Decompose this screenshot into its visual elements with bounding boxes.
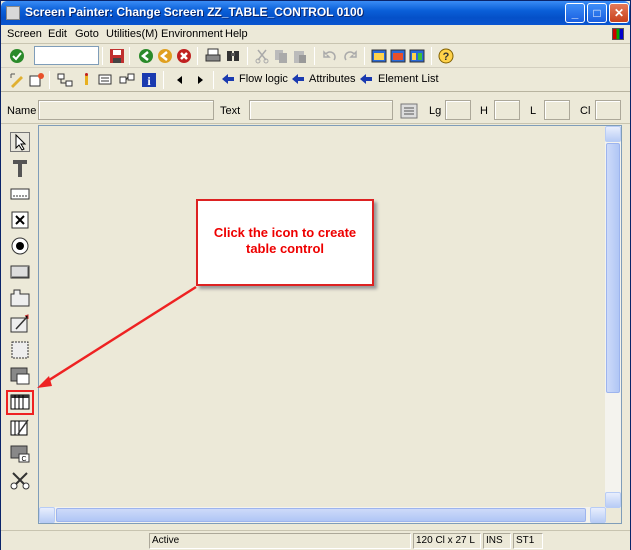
element-list-button[interactable]: Element List (378, 73, 439, 85)
undo-icon[interactable] (322, 48, 338, 64)
menu-edit[interactable]: Edit (48, 28, 67, 40)
previous-screen-icon[interactable] (172, 72, 188, 88)
element-list-arrow-icon (360, 74, 372, 84)
vertical-scrollbar[interactable] (605, 126, 621, 508)
pushbutton-icon[interactable] (10, 262, 30, 282)
name-label: Name (7, 105, 37, 117)
tabstrip-wizard-icon[interactable] (10, 314, 30, 334)
menu-environment[interactable]: Environment (161, 28, 223, 40)
screen-canvas-frame (38, 125, 622, 524)
text-field-icon[interactable] (10, 158, 30, 178)
close-button[interactable]: ✕ (609, 3, 629, 23)
input-output-field-icon[interactable] (10, 184, 30, 204)
cl-label: Cl (580, 105, 591, 117)
status-active: Active (149, 533, 411, 549)
cancel-icon[interactable] (176, 48, 192, 64)
custom-control-icon[interactable]: C (10, 444, 30, 464)
sap-window: Screen Painter: Change Screen ZZ_TABLE_C… (0, 0, 631, 550)
field-attributes-bar: Name Text Lg H L Cl (1, 94, 630, 124)
menu-screen[interactable]: Screen (7, 28, 42, 40)
box-icon[interactable] (10, 340, 30, 360)
subscreen-icon[interactable] (10, 366, 30, 386)
status-icon[interactable] (10, 470, 30, 490)
cut-icon[interactable] (254, 48, 270, 64)
l-label: L (530, 105, 537, 117)
standard-toolbar: ? (1, 44, 630, 68)
text-label: Text (220, 105, 241, 117)
menu-utilities[interactable]: Utilities(M) (106, 28, 158, 40)
status-size: 120 Cl x 27 L (413, 533, 481, 549)
select-pointer-icon[interactable] (10, 132, 30, 152)
status-mode: INS (483, 533, 511, 549)
screen-canvas[interactable] (40, 127, 606, 508)
window-title: Screen Painter: Change Screen ZZ_TABLE_C… (25, 5, 364, 19)
attributes-button[interactable]: Attributes (309, 73, 355, 85)
enter-check-icon[interactable] (9, 48, 25, 64)
cl-field[interactable] (595, 100, 621, 120)
graphical-layout-icon[interactable] (119, 72, 135, 88)
scroll-down-button[interactable] (605, 492, 621, 508)
tabstrip-icon[interactable] (10, 288, 30, 308)
other-screen-icon[interactable] (29, 72, 45, 88)
scroll-right-button[interactable] (590, 507, 606, 523)
h-field[interactable] (494, 100, 520, 120)
find-icon[interactable] (225, 48, 241, 64)
minimize-button[interactable]: _ (565, 3, 585, 23)
flow-logic-button[interactable]: Flow logic (239, 73, 288, 85)
lg-label: Lg (429, 105, 442, 117)
next-screen-icon[interactable] (192, 72, 208, 88)
menu-help[interactable]: Help (225, 28, 248, 40)
hierarchy-icon[interactable] (57, 72, 73, 88)
text-field[interactable] (249, 100, 393, 120)
menu-bar: Screen Edit Goto Utilities(M) Environmen… (1, 25, 630, 44)
maximize-button[interactable]: □ (587, 3, 607, 23)
layout-menu-icon[interactable] (612, 28, 624, 40)
menu-goto[interactable]: Goto (75, 28, 99, 40)
redo-icon[interactable] (342, 48, 358, 64)
app-icon (6, 6, 20, 20)
dictionary-fields-icon[interactable] (98, 72, 114, 88)
shortcut-icon[interactable] (390, 48, 406, 64)
callout-text: Click the icon to create table control (198, 225, 372, 257)
vertical-scroll-thumb[interactable] (606, 143, 620, 393)
radio-button-icon[interactable] (10, 236, 30, 256)
callout-line-2: table control (245, 241, 324, 256)
table-control-wizard-icon[interactable] (10, 418, 30, 438)
copy-icon[interactable] (273, 48, 289, 64)
back-icon[interactable] (138, 48, 154, 64)
print-icon[interactable] (205, 48, 221, 64)
table-control-highlight (6, 390, 34, 415)
info-icon[interactable]: i (141, 72, 157, 88)
title-bar: Screen Painter: Change Screen ZZ_TABLE_C… (1, 1, 630, 25)
new-session-icon[interactable] (371, 48, 387, 64)
display-change-icon[interactable] (9, 72, 25, 88)
lg-field[interactable] (445, 100, 471, 120)
text-icon-button[interactable] (400, 103, 418, 119)
status-system: ST1 (513, 533, 543, 549)
paste-icon[interactable] (292, 48, 308, 64)
status-bar: Active 120 Cl x 27 L INS ST1 (1, 530, 630, 550)
where-used-icon[interactable] (79, 72, 95, 88)
l-field[interactable] (544, 100, 570, 120)
customize-layout-icon[interactable] (409, 48, 425, 64)
flow-logic-arrow-icon (222, 74, 234, 84)
attributes-arrow-icon (292, 74, 304, 84)
scroll-up-button[interactable] (605, 126, 621, 142)
scroll-left-button[interactable] (39, 507, 55, 523)
svg-text:C: C (21, 456, 26, 463)
save-icon[interactable] (109, 48, 125, 64)
help-icon[interactable]: ? (438, 48, 454, 64)
annotation-callout: Click the icon to create table control (196, 199, 374, 286)
application-toolbar: i Flow logic Attributes Element List (1, 68, 630, 92)
callout-line-1: Click the icon to create (213, 225, 357, 240)
name-field[interactable] (38, 100, 214, 120)
checkbox-icon[interactable] (10, 210, 30, 230)
element-palette: C (1, 125, 37, 529)
exit-icon[interactable] (157, 48, 173, 64)
svg-text:?: ? (443, 51, 450, 63)
horizontal-scrollbar[interactable] (39, 507, 606, 523)
horizontal-scroll-thumb[interactable] (56, 508, 586, 522)
h-label: H (480, 105, 488, 117)
command-field[interactable] (34, 46, 99, 65)
